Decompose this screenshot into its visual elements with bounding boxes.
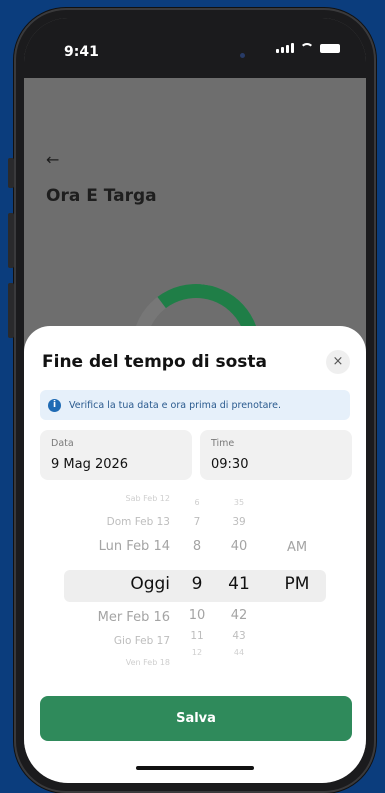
picker-hour[interactable]: 8 xyxy=(182,539,212,554)
info-icon: i xyxy=(48,398,61,412)
picker-period-selected[interactable]: PM xyxy=(272,574,322,594)
time-label: Time xyxy=(211,438,235,449)
picker-day-selected[interactable]: Oggi xyxy=(130,574,170,594)
sheet-title: Fine del tempo di sosta xyxy=(42,352,268,372)
status-icons xyxy=(276,43,340,53)
back-arrow-icon[interactable]: ← xyxy=(46,150,59,169)
picker-hour-selected[interactable]: 9 xyxy=(182,574,212,594)
picker-hour[interactable]: 10 xyxy=(182,608,212,623)
picker-minute[interactable]: 35 xyxy=(222,498,256,507)
mute-switch xyxy=(8,158,14,188)
picker-day[interactable]: Gio Feb 17 xyxy=(114,635,170,647)
wifi-icon xyxy=(300,43,314,53)
picker-minute[interactable]: 43 xyxy=(222,630,256,642)
picker-period[interactable]: AM xyxy=(272,540,322,555)
signal-icon xyxy=(276,43,294,53)
picker-hour[interactable]: 7 xyxy=(182,516,212,528)
picker-minute[interactable]: 39 xyxy=(222,516,256,528)
picker-minute[interactable]: 42 xyxy=(222,608,256,623)
picker-hour[interactable]: 11 xyxy=(182,630,212,642)
picker-minute[interactable]: 40 xyxy=(222,539,256,554)
status-bar: 9:41 xyxy=(24,18,366,78)
battery-icon xyxy=(320,43,340,53)
date-time-picker[interactable]: Sab Feb 12 Dom Feb 13 Lun Feb 14 Oggi Me… xyxy=(40,492,352,670)
picker-minute[interactable]: 44 xyxy=(222,648,256,657)
picker-day[interactable]: Sab Feb 12 xyxy=(126,494,171,503)
time-field[interactable]: Time 09:30 xyxy=(200,430,352,480)
info-text: Verifica la tua data e ora prima di pren… xyxy=(69,399,281,411)
picker-hour[interactable]: 12 xyxy=(182,648,212,657)
save-button[interactable]: Salva xyxy=(40,696,352,741)
volume-down-button xyxy=(8,283,14,338)
info-banner: i Verifica la tua data e ora prima di pr… xyxy=(40,390,350,420)
picker-day[interactable]: Dom Feb 13 xyxy=(107,516,170,528)
time-value: 09:30 xyxy=(211,457,249,472)
page-title: Ora E Targa xyxy=(46,186,157,206)
screen: 9:41 ← Ora E Targa Fine del tempo di sos… xyxy=(24,18,366,783)
date-field[interactable]: Data 9 Mag 2026 xyxy=(40,430,192,480)
date-value: 9 Mag 2026 xyxy=(51,457,129,472)
picker-minute-selected[interactable]: 41 xyxy=(222,574,256,594)
close-button[interactable]: × xyxy=(326,350,350,374)
volume-up-button xyxy=(8,213,14,268)
phone-frame: 9:41 ← Ora E Targa Fine del tempo di sos… xyxy=(8,8,376,793)
status-time: 9:41 xyxy=(64,44,99,60)
picker-day[interactable]: Lun Feb 14 xyxy=(99,539,170,554)
picker-day[interactable]: Mer Feb 16 xyxy=(98,610,170,625)
bottom-sheet: Fine del tempo di sosta × i Verifica la … xyxy=(24,326,366,783)
home-indicator[interactable] xyxy=(136,766,254,770)
picker-hour[interactable]: 6 xyxy=(182,498,212,507)
date-label: Data xyxy=(51,438,74,449)
picker-day[interactable]: Ven Feb 18 xyxy=(126,658,170,667)
camera-icon xyxy=(240,53,245,58)
